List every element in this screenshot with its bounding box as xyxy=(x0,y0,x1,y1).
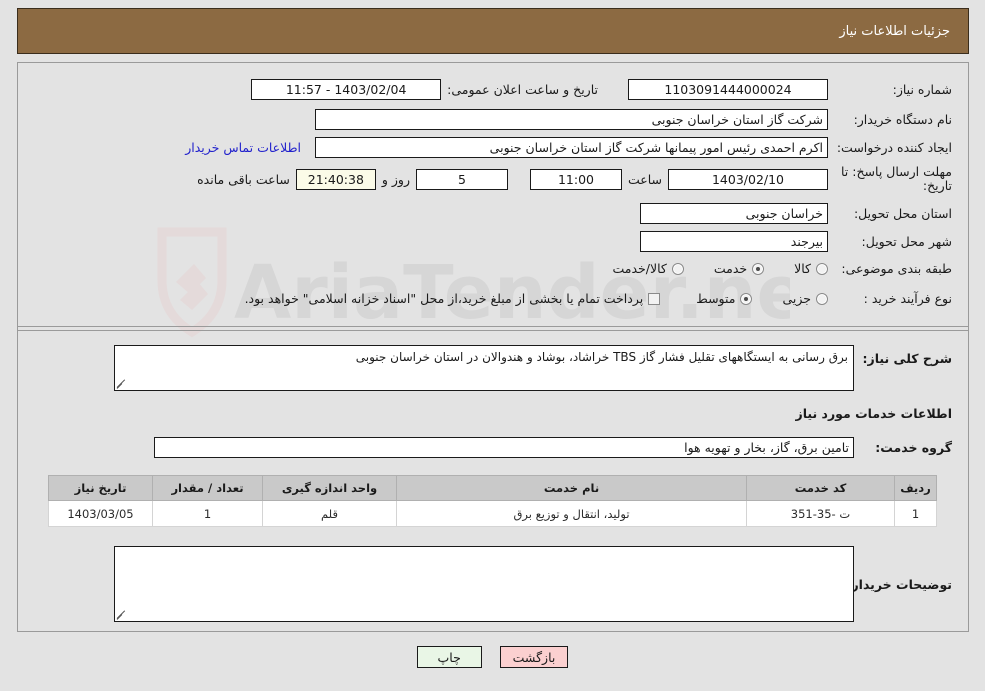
description-row: شرح کلی نیاز: برق رسانی به ایستگاههای تق… xyxy=(114,345,952,391)
table-header-row: ردیف کد خدمت نام خدمت واحد اندازه گیری ت… xyxy=(48,475,937,501)
resize-grip-icon-notes[interactable] xyxy=(117,610,127,620)
divider-1 xyxy=(18,326,968,327)
category-label: طبقه بندی موضوعی: xyxy=(841,261,952,276)
category-option-service-label: خدمت xyxy=(713,261,748,276)
process-option-medium[interactable]: متوسط xyxy=(696,291,753,306)
delivery-city-row: شهر محل تحویل: بیرجند xyxy=(640,231,952,252)
islamic-treasury-checkbox[interactable] xyxy=(648,292,661,305)
table-row: 1 ت -35-351 تولید، انتقال و توزیع برق قل… xyxy=(48,500,937,527)
service-group-row: گروه خدمت: تامین برق، گاز، بخار و تهویه … xyxy=(154,437,952,458)
category-option-goods[interactable]: کالا xyxy=(794,261,828,276)
need-number-row: شماره نیاز: 1103091444000024 xyxy=(628,79,952,100)
requester-row: ایجاد کننده درخواست: اکرم احمدی رئیس امو… xyxy=(185,137,952,158)
deadline-row: مهلت ارسال پاسخ: تا تاریخ: 1403/02/10 سا… xyxy=(197,165,952,193)
category-option-service[interactable]: خدمت xyxy=(713,261,765,276)
process-option-medium-label: متوسط xyxy=(696,291,736,306)
process-type-label: نوع فرآیند خرید : xyxy=(863,291,952,306)
need-number-label: شماره نیاز: xyxy=(892,82,952,97)
page-root: AriaTender.net جزئیات اطلاعات نیاز شماره… xyxy=(0,0,985,691)
col-quantity: تعداد / مقدار xyxy=(152,475,263,501)
back-button[interactable]: بازگشت xyxy=(499,646,569,668)
services-table-wrap: ردیف کد خدمت نام خدمت واحد اندازه گیری ت… xyxy=(48,475,937,527)
radio-service[interactable] xyxy=(752,262,765,275)
remaining-label: ساعت باقی مانده xyxy=(197,171,290,187)
description-textarea[interactable]: برق رسانی به ایستگاههای تقلیل فشار گاز T… xyxy=(114,345,854,391)
services-section-title: اطلاعات خدمات مورد نیاز xyxy=(795,406,953,421)
category-option-goods-service-label: کالا/خدمت xyxy=(612,261,667,276)
cell-row-number: 1 xyxy=(894,500,937,527)
buyer-notes-textarea[interactable] xyxy=(114,546,854,622)
buyer-notes-label: توضیحات خریدار; xyxy=(846,576,952,592)
service-group-value: تامین برق، گاز، بخار و تهویه هوا xyxy=(154,437,854,458)
page-title: جزئیات اطلاعات نیاز xyxy=(839,23,950,39)
col-row-number: ردیف xyxy=(894,475,937,501)
description-label: شرح کلی نیاز: xyxy=(862,351,952,366)
deadline-time: 11:00 xyxy=(529,168,622,190)
days-label: روز و xyxy=(381,171,410,187)
delivery-province-value: خراسان جنوبی xyxy=(640,203,828,224)
delivery-province-row: استان محل تحویل: خراسان جنوبی xyxy=(640,203,952,224)
requester-label: ایجاد کننده درخواست: xyxy=(836,140,952,155)
buyer-org-row: نام دستگاه خریدار: شرکت گاز استان خراسان… xyxy=(315,109,952,130)
deadline-date: 1403/02/10 xyxy=(668,168,828,190)
remaining-days-value: 5 xyxy=(415,168,508,190)
buyer-notes-row: توضیحات خریدار; xyxy=(114,546,952,622)
category-row: طبقه بندی موضوعی: کالا خدمت کالا/خدمت xyxy=(612,261,952,276)
delivery-city-value: بیرجند xyxy=(640,231,828,252)
delivery-province-label: استان محل تحویل: xyxy=(853,206,952,221)
announce-datetime-label: تاریخ و ساعت اعلان عمومی: xyxy=(447,82,598,97)
delivery-city-label: شهر محل تحویل: xyxy=(861,234,952,249)
requester-value: اکرم احمدی رئیس امور پیمانها شرکت گاز اس… xyxy=(315,137,828,158)
description-value: برق رسانی به ایستگاههای تقلیل فشار گاز T… xyxy=(355,350,848,364)
services-table: ردیف کد خدمت نام خدمت واحد اندازه گیری ت… xyxy=(48,475,937,527)
radio-medium[interactable] xyxy=(740,292,753,305)
radio-goods[interactable] xyxy=(816,262,828,275)
cell-service-name: تولید، انتقال و توزیع برق xyxy=(396,500,747,527)
process-type-row: نوع فرآیند خرید : جزیی متوسط پرداخت تمام… xyxy=(245,291,952,306)
col-measure-unit: واحد اندازه گیری xyxy=(262,475,397,501)
islamic-treasury-label: پرداخت تمام یا بخشی از مبلغ خرید،از محل … xyxy=(244,291,644,306)
process-option-minor-label: جزیی xyxy=(782,291,811,306)
button-bar: بازگشت چاپ xyxy=(0,646,985,668)
radio-goods-service[interactable] xyxy=(671,262,684,275)
details-panel: شماره نیاز: 1103091444000024 تاریخ و ساع… xyxy=(17,62,969,632)
hour-label: ساعت xyxy=(627,171,662,187)
col-need-date: تاریخ نیاز xyxy=(48,475,153,501)
category-option-goods-label: کالا xyxy=(794,261,811,276)
category-option-goods-service[interactable]: کالا/خدمت xyxy=(612,261,684,276)
cell-measure-unit: قلم xyxy=(262,500,397,527)
service-group-label: گروه خدمت: xyxy=(875,440,952,455)
buyer-org-label: نام دستگاه خریدار: xyxy=(853,112,952,127)
buyer-contact-link[interactable]: اطلاعات تماس خریدار xyxy=(185,140,301,155)
radio-minor[interactable] xyxy=(816,292,828,305)
resize-grip-icon[interactable] xyxy=(117,379,127,389)
cell-need-date: 1403/03/05 xyxy=(48,500,153,527)
islamic-treasury-option[interactable]: پرداخت تمام یا بخشی از مبلغ خرید،از محل … xyxy=(245,291,661,306)
process-option-minor[interactable]: جزیی xyxy=(782,291,828,306)
divider-2 xyxy=(18,330,968,331)
announce-datetime-value: 1403/02/04 - 11:57 xyxy=(251,79,442,100)
cell-service-code: ت -35-351 xyxy=(746,500,895,527)
col-service-name: نام خدمت xyxy=(396,475,747,501)
cell-quantity: 1 xyxy=(152,500,263,527)
buyer-org-value: شرکت گاز استان خراسان جنوبی xyxy=(315,109,828,130)
print-button[interactable]: چاپ xyxy=(416,646,482,668)
need-number-value: 1103091444000024 xyxy=(628,79,828,100)
col-service-code: کد خدمت xyxy=(746,475,895,501)
header-bar: جزئیات اطلاعات نیاز xyxy=(17,8,969,54)
deadline-label: مهلت ارسال پاسخ: تا تاریخ: xyxy=(841,164,952,193)
countdown-timer: 21:40:38 xyxy=(295,168,376,190)
announce-datetime-row: تاریخ و ساعت اعلان عمومی: 1403/02/04 - 1… xyxy=(251,79,598,100)
